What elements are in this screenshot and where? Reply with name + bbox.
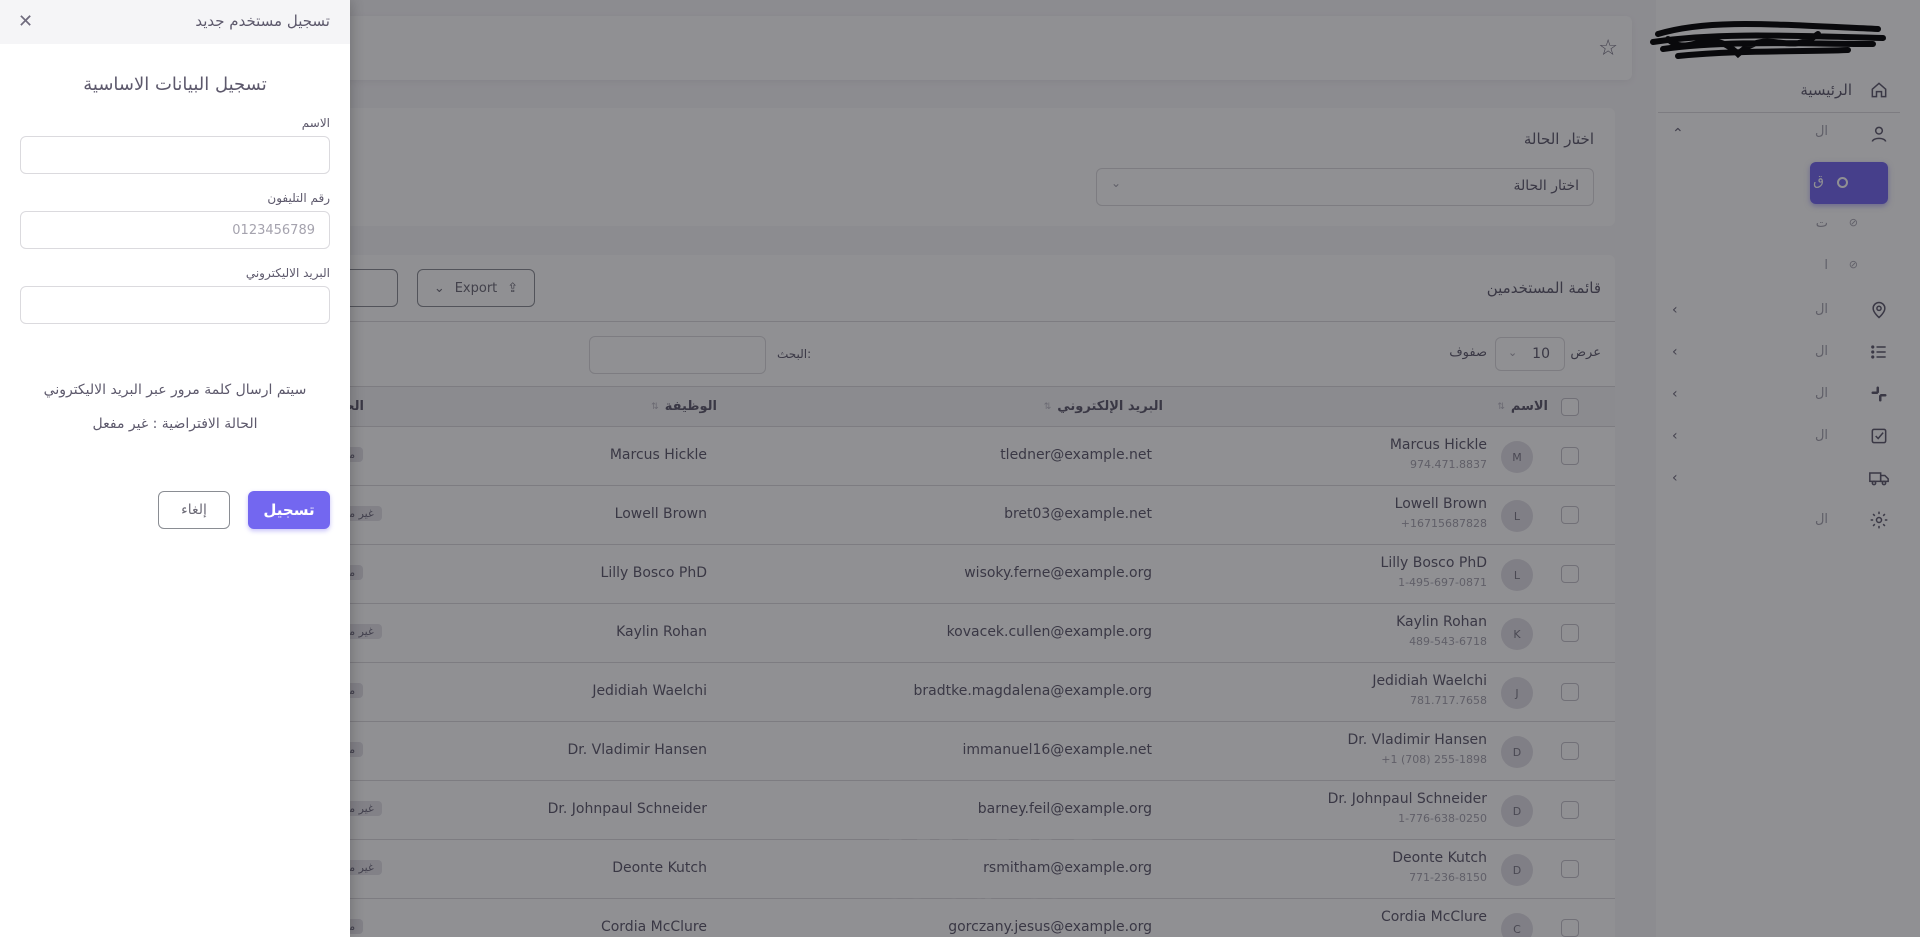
phone-label: رقم التليفون <box>267 191 330 205</box>
panel-title: تسجيل مستخدم جديد <box>195 12 330 30</box>
cancel-button[interactable]: إلغاء <box>158 491 230 529</box>
password-note: سيتم ارسال كلمة مرور عبر البريد الاليكتر… <box>43 382 307 398</box>
default-status-note: الحالة الافتراضية : غير مفعل <box>92 416 258 432</box>
email-field[interactable] <box>20 286 330 324</box>
name-field[interactable] <box>20 136 330 174</box>
section-title: تسجيل البيانات الاساسية <box>83 74 267 95</box>
register-user-panel: تسجيل مستخدم جديد ✕ تسجيل البيانات الاسا… <box>0 0 350 937</box>
submit-button[interactable]: تسجيل <box>248 491 330 529</box>
email-label: البريد الاليكتروني <box>245 266 330 280</box>
panel-header: تسجيل مستخدم جديد ✕ <box>0 0 350 44</box>
phone-field[interactable] <box>20 211 330 249</box>
close-icon[interactable]: ✕ <box>18 11 33 32</box>
name-label: الاسم <box>301 116 330 130</box>
